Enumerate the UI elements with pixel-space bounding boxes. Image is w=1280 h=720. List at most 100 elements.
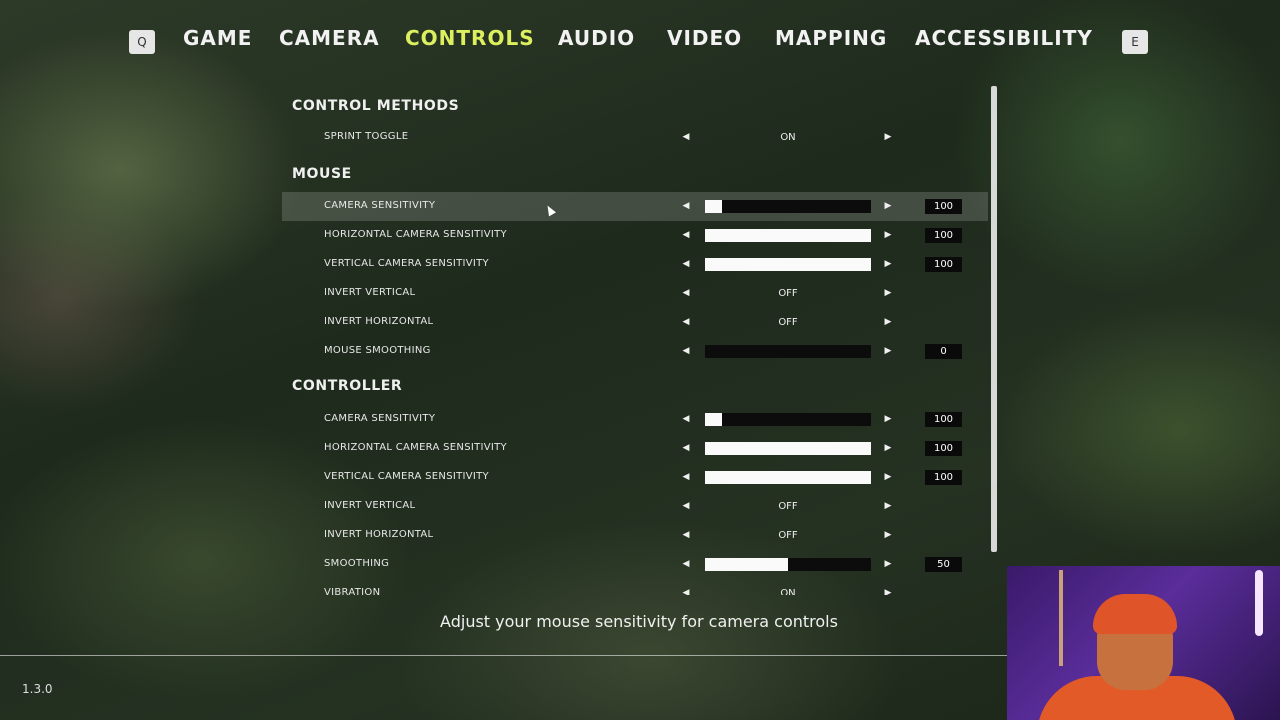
arrow-right-icon[interactable]: ▶ [883, 287, 893, 299]
setting-row-mouse-vertical-sensitivity[interactable]: VERTICAL CAMERA SENSITIVITY ◀ ▶ 100 [282, 250, 988, 279]
arrow-right-icon[interactable]: ▶ [883, 345, 893, 357]
arrow-left-icon[interactable]: ◀ [681, 345, 691, 357]
arrow-right-icon[interactable]: ▶ [883, 131, 893, 143]
arrow-left-icon[interactable]: ◀ [681, 442, 691, 454]
setting-slider[interactable] [705, 471, 871, 484]
tab-camera[interactable]: CAMERA [279, 26, 380, 50]
setting-description-text: Adjust your mouse sensitivity for camera… [440, 612, 838, 631]
arrow-right-icon[interactable]: ▶ [883, 529, 893, 541]
setting-slider[interactable] [705, 345, 871, 358]
arrow-right-icon[interactable]: ▶ [883, 258, 893, 270]
settings-scrollbar[interactable] [991, 86, 997, 552]
slider-fill [705, 200, 722, 213]
setting-label: MOUSE SMOOTHING [324, 345, 431, 356]
arrow-right-icon[interactable]: ▶ [883, 500, 893, 512]
controls-settings-list[interactable]: CONTROL METHODS SPRINT TOGGLE ◀ ON ▶ MOU… [282, 88, 988, 595]
slider-fill [705, 471, 871, 484]
arrow-right-icon[interactable]: ▶ [883, 558, 893, 570]
setting-number: 100 [925, 199, 962, 214]
arrow-left-icon[interactable]: ◀ [681, 413, 691, 425]
setting-label: INVERT VERTICAL [324, 287, 416, 298]
slider-fill [705, 229, 871, 242]
setting-row-controller-horizontal-sensitivity[interactable]: HORIZONTAL CAMERA SENSITIVITY ◀ ▶ 100 [282, 434, 988, 463]
setting-slider[interactable] [705, 558, 871, 571]
arrow-left-icon[interactable]: ◀ [681, 529, 691, 541]
setting-label: HORIZONTAL CAMERA SENSITIVITY [324, 229, 507, 240]
setting-slider[interactable] [705, 200, 871, 213]
tab-video[interactable]: VIDEO [667, 26, 742, 50]
arrow-right-icon[interactable]: ▶ [883, 229, 893, 241]
arrow-left-icon[interactable]: ◀ [681, 471, 691, 483]
setting-number: 0 [925, 344, 962, 359]
setting-row-mouse-invert-vertical[interactable]: INVERT VERTICAL ◀ OFF ▶ [282, 279, 988, 308]
tab-audio[interactable]: AUDIO [558, 26, 635, 50]
setting-row-controller-camera-sensitivity[interactable]: CAMERA SENSITIVITY ◀ ▶ 100 [282, 405, 988, 434]
setting-row-controller-vertical-sensitivity[interactable]: VERTICAL CAMERA SENSITIVITY ◀ ▶ 100 [282, 463, 988, 492]
setting-slider[interactable] [705, 229, 871, 242]
setting-row-controller-smoothing[interactable]: SMOOTHING ◀ ▶ 50 [282, 550, 988, 579]
setting-row-controller-vibration[interactable]: VIBRATION ◀ ON ▶ [282, 579, 988, 595]
version-label: 1.3.0 [22, 682, 53, 696]
setting-number: 100 [925, 257, 962, 272]
setting-label: HORIZONTAL CAMERA SENSITIVITY [324, 442, 507, 453]
setting-label: VIBRATION [324, 587, 381, 595]
setting-row-mouse-invert-horizontal[interactable]: INVERT HORIZONTAL ◀ OFF ▶ [282, 308, 988, 337]
settings-tab-bar: Q GAME CAMERA CONTROLS AUDIO VIDEO MAPPI… [0, 24, 1280, 60]
streamer-webcam-overlay [1007, 566, 1280, 720]
streamer-hood [1093, 594, 1177, 634]
setting-row-controller-invert-vertical[interactable]: INVERT VERTICAL ◀ OFF ▶ [282, 492, 988, 521]
next-tab-key-badge[interactable]: E [1122, 30, 1148, 54]
setting-number: 100 [925, 412, 962, 427]
arrow-right-icon[interactable]: ▶ [883, 200, 893, 212]
slider-fill [705, 258, 871, 271]
section-title-mouse: MOUSE [292, 166, 352, 182]
slider-fill [705, 442, 871, 455]
arrow-right-icon[interactable]: ▶ [883, 413, 893, 425]
setting-row-mouse-horizontal-sensitivity[interactable]: HORIZONTAL CAMERA SENSITIVITY ◀ ▶ 100 [282, 221, 988, 250]
setting-row-mouse-camera-sensitivity[interactable]: CAMERA SENSITIVITY ◀ ▶ 100 [282, 192, 988, 221]
arrow-right-icon[interactable]: ▶ [883, 587, 893, 595]
setting-value: ON [780, 588, 796, 595]
arrow-left-icon[interactable]: ◀ [681, 131, 691, 143]
setting-number: 50 [925, 557, 962, 572]
arrow-right-icon[interactable]: ▶ [883, 316, 893, 328]
setting-label: INVERT VERTICAL [324, 500, 416, 511]
tab-game[interactable]: GAME [183, 26, 252, 50]
setting-number: 100 [925, 470, 962, 485]
arrow-right-icon[interactable]: ▶ [883, 442, 893, 454]
arrow-left-icon[interactable]: ◀ [681, 587, 691, 595]
setting-label: CAMERA SENSITIVITY [324, 413, 436, 424]
setting-label: INVERT HORIZONTAL [324, 529, 434, 540]
setting-label: CAMERA SENSITIVITY [324, 200, 436, 211]
setting-slider[interactable] [705, 258, 871, 271]
footer-divider [0, 655, 1008, 656]
section-title-controller: CONTROLLER [292, 378, 403, 394]
tab-mapping[interactable]: MAPPING [775, 26, 887, 50]
arrow-left-icon[interactable]: ◀ [681, 316, 691, 328]
setting-label: SPRINT TOGGLE [324, 131, 409, 142]
microphone-arm-icon [1059, 570, 1063, 666]
arrow-right-icon[interactable]: ▶ [883, 471, 893, 483]
setting-slider[interactable] [705, 442, 871, 455]
arrow-left-icon[interactable]: ◀ [681, 258, 691, 270]
arrow-left-icon[interactable]: ◀ [681, 229, 691, 241]
arrow-left-icon[interactable]: ◀ [681, 287, 691, 299]
tab-controls[interactable]: CONTROLS [405, 26, 535, 50]
setting-label: VERTICAL CAMERA SENSITIVITY [324, 471, 489, 482]
setting-slider[interactable] [705, 413, 871, 426]
setting-label: INVERT HORIZONTAL [324, 316, 434, 327]
section-title-control-methods: CONTROL METHODS [292, 98, 460, 114]
slider-fill [705, 413, 722, 426]
prev-tab-key-badge[interactable]: Q [129, 30, 155, 54]
setting-row-controller-invert-horizontal[interactable]: INVERT HORIZONTAL ◀ OFF ▶ [282, 521, 988, 550]
setting-number: 100 [925, 441, 962, 456]
tab-accessibility[interactable]: ACCESSIBILITY [915, 26, 1093, 50]
arrow-left-icon[interactable]: ◀ [681, 200, 691, 212]
setting-row-sprint-toggle[interactable]: SPRINT TOGGLE ◀ ON ▶ [282, 123, 988, 152]
arrow-left-icon[interactable]: ◀ [681, 500, 691, 512]
slider-fill [705, 558, 788, 571]
setting-value: OFF [778, 288, 798, 299]
arrow-left-icon[interactable]: ◀ [681, 558, 691, 570]
setting-label: SMOOTHING [324, 558, 390, 569]
setting-row-mouse-smoothing[interactable]: MOUSE SMOOTHING ◀ ▶ 0 [282, 337, 988, 366]
